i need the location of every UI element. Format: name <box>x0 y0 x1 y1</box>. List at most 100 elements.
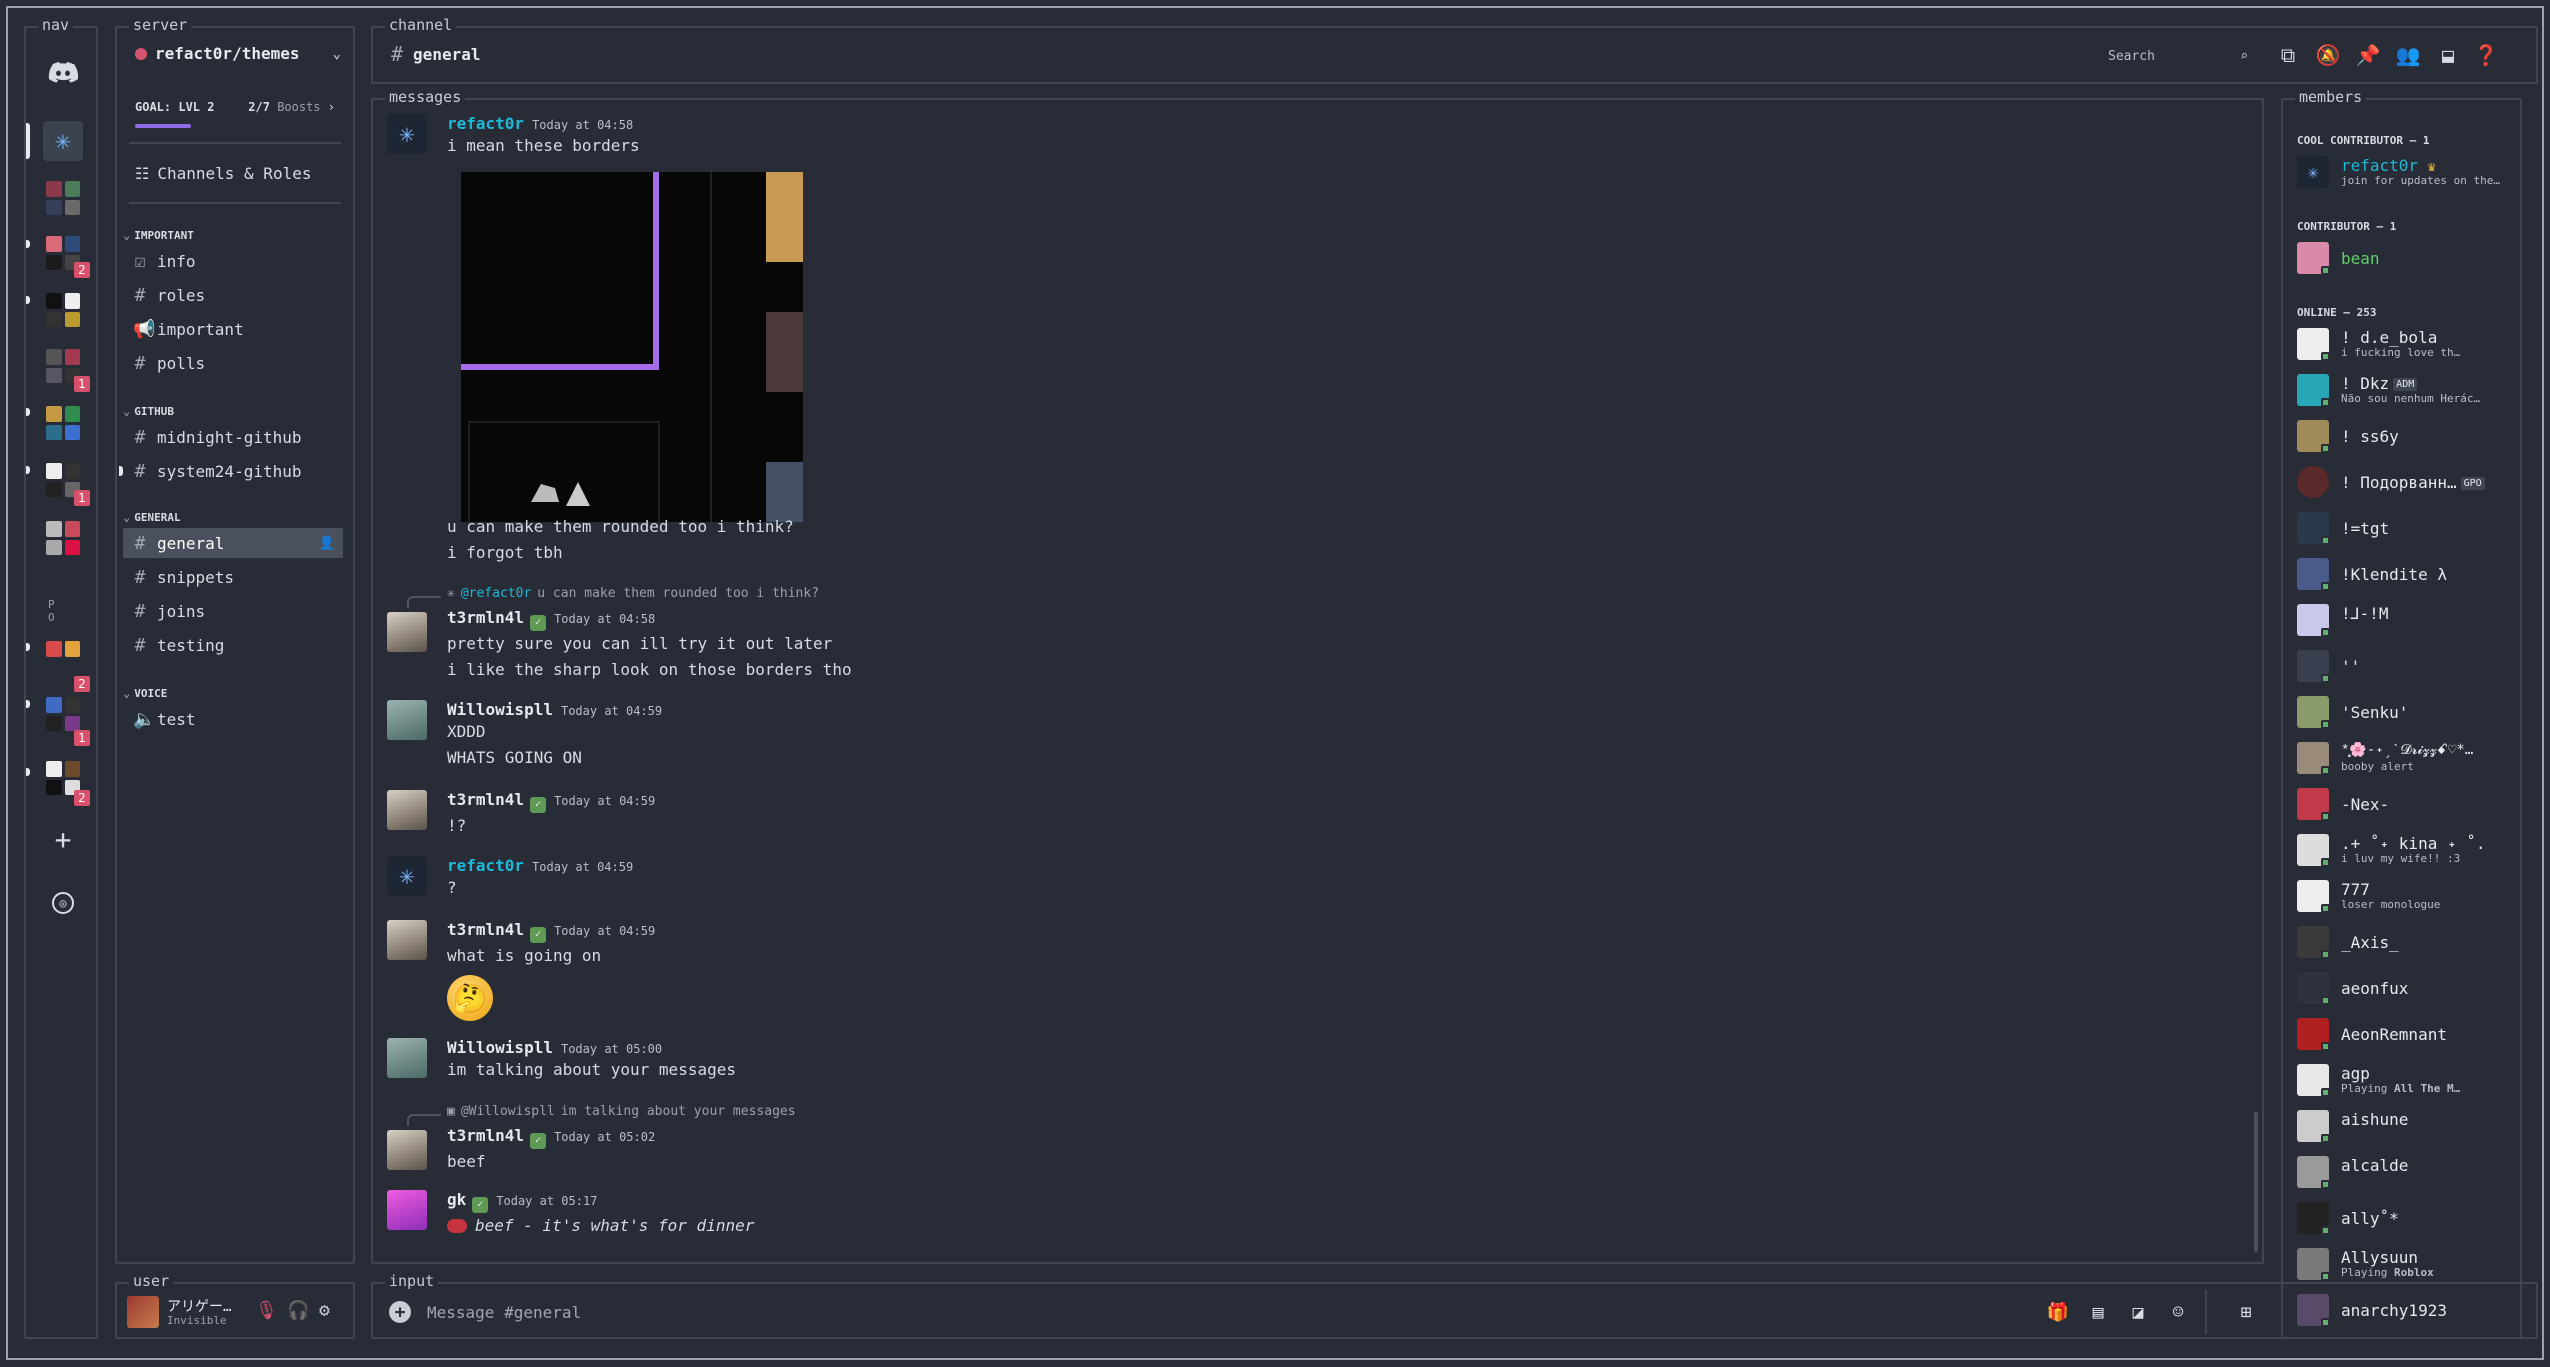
member-item[interactable]: !⅃-!M <box>2297 600 2517 640</box>
channel-general[interactable]: # general 👤 <box>123 528 343 558</box>
refact0r-server-icon[interactable]: ✳ <box>43 121 83 161</box>
member-item[interactable]: !Klendite λ <box>2297 554 2517 594</box>
member-item[interactable]: ! d.e_bola i fucking love th… <box>2297 324 2517 364</box>
message-timestamp: Today at 05:02 <box>554 1130 656 1144</box>
add-server-icon[interactable]: + <box>46 822 80 856</box>
explore-servers-icon[interactable]: ◎ <box>52 892 74 914</box>
member-item[interactable]: 777 loser monologue <box>2297 876 2517 916</box>
add-attachment-icon[interactable]: + <box>389 1301 411 1323</box>
channel-roles[interactable]: # roles <box>123 280 343 310</box>
channel-important[interactable]: 📢 important <box>123 314 343 344</box>
category-important[interactable]: IMPORTANT <box>123 228 194 242</box>
member-item[interactable]: '' <box>2297 646 2517 686</box>
channels-roles-button[interactable]: ☷ Channels & Roles <box>135 164 311 183</box>
category-voice[interactable]: VOICE <box>123 686 167 700</box>
microphone-muted-icon[interactable]: 🎙 <box>255 1300 278 1321</box>
reply-reference[interactable]: ✳ @refact0r u can make them rounded too … <box>447 586 819 601</box>
avatar[interactable] <box>387 700 427 740</box>
voice-channel-test[interactable]: 🔈 test <box>123 704 343 734</box>
member-item[interactable]: ! ss6y <box>2297 416 2517 456</box>
server-folder-9[interactable] <box>43 694 83 734</box>
threads-icon[interactable]: ⧉ <box>2275 42 2301 68</box>
member-item[interactable]: AeonRemnant <box>2297 1014 2517 1054</box>
avatar[interactable] <box>387 1130 427 1170</box>
reply-reference[interactable]: ▣ @Willowispll im talking about your mes… <box>447 1104 796 1119</box>
avatar[interactable]: ✳ <box>387 856 427 896</box>
channel-joins[interactable]: # joins <box>123 596 343 626</box>
channel-system24-github[interactable]: # system24-github <box>119 456 343 486</box>
boost-goal[interactable]: GOAL: LVL 2 2/7 Boosts › <box>135 100 335 114</box>
avatar[interactable] <box>387 1190 427 1230</box>
member-item[interactable]: ally˚* <box>2297 1198 2517 1238</box>
avatar[interactable] <box>387 790 427 830</box>
online-status-icon <box>2321 720 2330 729</box>
gif-icon[interactable]: ▤ <box>2085 1299 2111 1325</box>
avatar[interactable] <box>387 612 427 652</box>
avatar[interactable] <box>387 1038 427 1078</box>
channel-testing[interactable]: # testing <box>123 630 343 660</box>
message-author[interactable]: t3rmln4l <box>447 790 524 809</box>
channel-snippets[interactable]: # snippets <box>123 562 343 592</box>
message-author[interactable]: Willowispll <box>447 700 553 719</box>
member-item[interactable]: ! Подорванн… GPO <box>2297 462 2517 502</box>
message-author[interactable]: t3rmln4l <box>447 608 524 627</box>
role-icon: ✓ <box>530 797 547 813</box>
member-item[interactable]: .+ ˚˖ kina ˖ ˚. i luv my wife!! :3 <box>2297 830 2517 870</box>
message-author[interactable]: Willowispll <box>447 1038 553 1057</box>
search-icon: ⌕ <box>2240 48 2248 64</box>
message-text: u can make them rounded too i think? <box>447 517 794 536</box>
server-folder-7[interactable] <box>43 518 83 558</box>
search-input[interactable]: Search ⌕ <box>2108 42 2248 70</box>
sticker-icon[interactable]: ◪ <box>2125 1299 2151 1325</box>
member-item[interactable]: alcalde <box>2297 1152 2517 1192</box>
emoji-icon[interactable]: ☺ <box>2165 1299 2191 1325</box>
server-folder-8[interactable] <box>43 638 83 678</box>
discord-home-icon[interactable] <box>46 56 80 90</box>
notification-bell-muted-icon[interactable]: 🔕 <box>2315 42 2341 68</box>
message-image-attachment[interactable] <box>461 172 803 522</box>
member-item[interactable]: ! Dkz ADM Não sou nenhum Herác… <box>2297 370 2517 410</box>
headphones-icon[interactable]: 🎧 <box>287 1300 309 1321</box>
channel-polls[interactable]: # polls <box>123 348 343 378</box>
member-item[interactable]: aeonfux <box>2297 968 2517 1008</box>
message-author[interactable]: t3rmln4l <box>447 920 524 939</box>
members-icon[interactable]: 👥 <box>2395 42 2421 68</box>
inbox-icon[interactable]: ⬓ <box>2435 42 2461 68</box>
channel-info[interactable]: ☑ info <box>123 246 343 276</box>
pin-icon[interactable]: 📌 <box>2355 42 2381 68</box>
server-folder-1[interactable] <box>43 178 83 218</box>
avatar[interactable]: ✳ <box>387 114 427 154</box>
avatar[interactable] <box>387 920 427 960</box>
member-item[interactable]: Allysuun Playing Roblox <box>2297 1244 2517 1284</box>
avatar[interactable] <box>127 1296 159 1328</box>
member-item[interactable]: aishune <box>2297 1106 2517 1146</box>
member-item[interactable]: agp Playing All The M… <box>2297 1060 2517 1100</box>
message[interactable]: u can make them rounded too i think? i f… <box>447 514 794 566</box>
messages-scrollbar[interactable] <box>2254 1112 2258 1252</box>
channel-midnight-github[interactable]: # midnight-github <box>123 422 343 452</box>
server-header[interactable]: refact0r/themes ⌄ <box>135 44 341 63</box>
message-author[interactable]: t3rmln4l <box>447 1126 524 1145</box>
member-item[interactable]: _Axis_ <box>2297 922 2517 962</box>
category-general[interactable]: GENERAL <box>123 510 180 524</box>
member-item[interactable]: -Nex- <box>2297 784 2517 824</box>
gear-icon[interactable]: ⚙ <box>319 1300 330 1321</box>
server-folder-3[interactable] <box>43 290 83 330</box>
member-item[interactable]: ✳ refact0r ♛ join for updates on the… <box>2297 152 2517 192</box>
message-input[interactable] <box>427 1296 2027 1328</box>
gift-icon[interactable]: 🎁 <box>2045 1299 2071 1325</box>
member-item[interactable]: !=tgt <box>2297 508 2517 548</box>
member-item[interactable]: bean <box>2297 238 2517 278</box>
help-icon[interactable]: ❓ <box>2473 42 2499 68</box>
add-member-icon[interactable]: 👤 <box>319 536 335 551</box>
online-status-icon <box>2321 582 2330 591</box>
apps-icon[interactable]: ⊞ <box>2233 1299 2259 1325</box>
unread-pill <box>26 466 30 474</box>
member-item[interactable]: *̥͙🌸-˖ˏˋ𝓓𝓻𝓲𝔃𝔃ꗃ♡*… booby alert <box>2297 738 2517 778</box>
category-github[interactable]: GITHUB <box>123 404 174 418</box>
server-folder-5[interactable] <box>43 403 83 443</box>
message-author[interactable]: refact0r <box>447 856 524 875</box>
message-author[interactable]: gk <box>447 1190 466 1209</box>
message-author[interactable]: refact0r <box>447 114 524 133</box>
member-item[interactable]: 'Senku' <box>2297 692 2517 732</box>
